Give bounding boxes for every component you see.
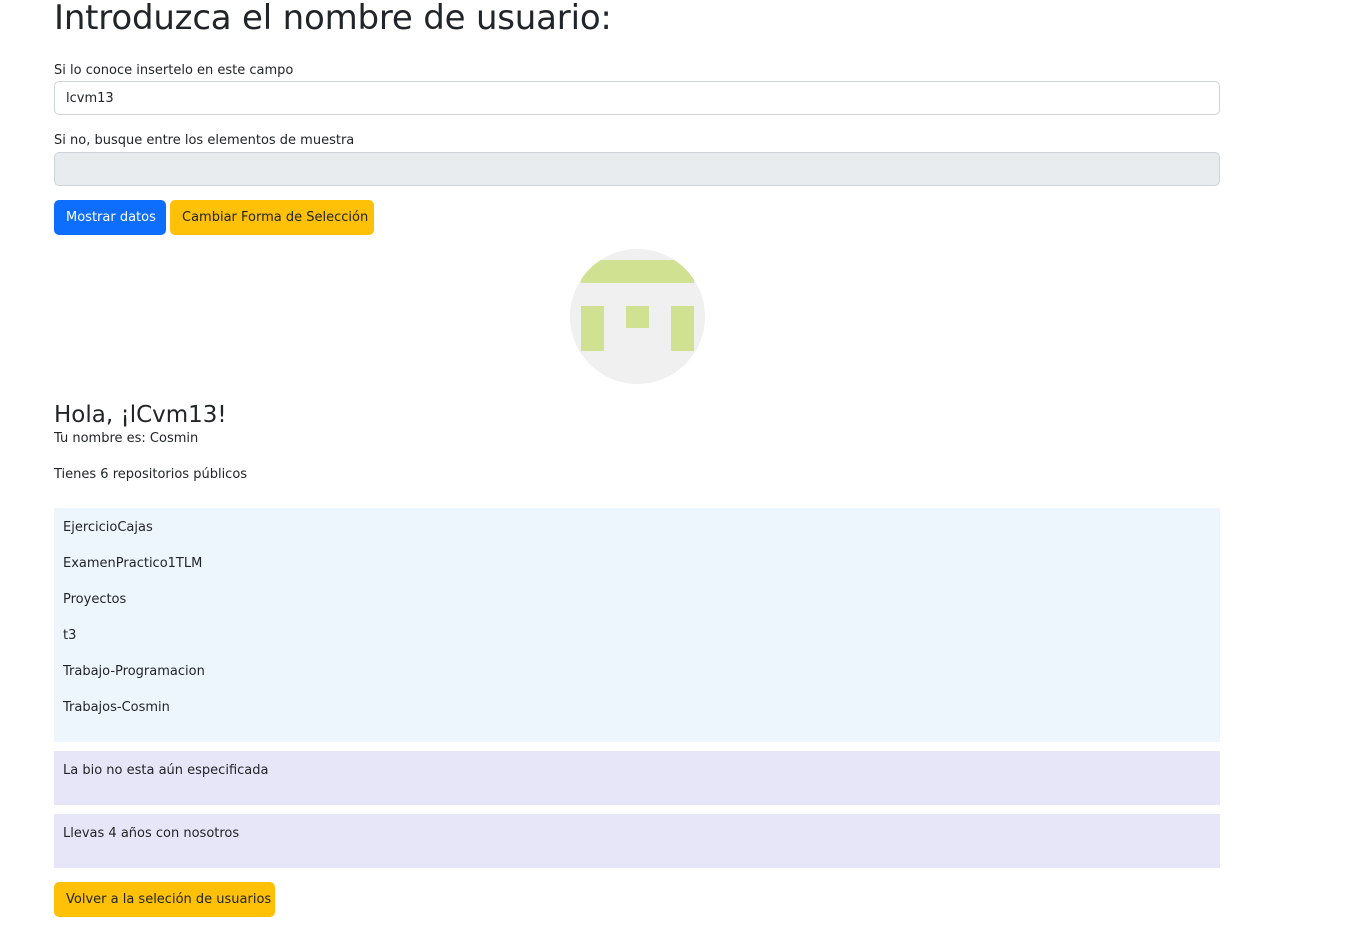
page: Introduzca el nombre de usuario: Si lo c… bbox=[0, 0, 1369, 951]
show-data-button[interactable]: Mostrar datos bbox=[54, 200, 166, 235]
avatar-pattern-top bbox=[581, 260, 694, 283]
bio-box: La bio no esta aún especificada bbox=[54, 751, 1220, 805]
repository-item: t3 bbox=[63, 628, 77, 643]
repository-item: EjercicioCajas bbox=[63, 520, 153, 535]
change-selection-mode-button[interactable]: Cambiar Forma de Selección bbox=[170, 200, 374, 235]
repository-list: EjercicioCajas ExamenPractico1TLM Proyec… bbox=[54, 508, 1220, 742]
repository-item: Trabajo-Programacion bbox=[63, 664, 205, 679]
avatar-pattern-right bbox=[671, 306, 694, 351]
identicon-avatar-icon bbox=[570, 249, 705, 384]
membership-text: Llevas 4 años con nosotros bbox=[63, 826, 240, 841]
avatar-pattern-center bbox=[626, 306, 649, 328]
back-to-user-selection-button[interactable]: Volver a la seleción de usuarios bbox=[54, 882, 275, 917]
repository-item: Proyectos bbox=[63, 592, 127, 607]
user-avatar bbox=[570, 249, 705, 384]
greeting-heading: Hola, ¡lCvm13! bbox=[54, 402, 227, 428]
membership-box: Llevas 4 años con nosotros bbox=[54, 814, 1220, 868]
bio-text: La bio no esta aún especificada bbox=[63, 763, 269, 778]
page-title: Introduzca el nombre de usuario: bbox=[54, 0, 612, 38]
sample-select-label: Si no, busque entre los elementos de mue… bbox=[54, 133, 355, 148]
known-username-label: Si lo conoce insertelo en este campo bbox=[54, 63, 294, 78]
repository-item: Trabajos-Cosmin bbox=[63, 700, 170, 715]
user-name-line: Tu nombre es: Cosmin bbox=[54, 431, 199, 446]
avatar-pattern-left bbox=[581, 306, 604, 351]
public-repos-count: Tienes 6 repositorios públicos bbox=[54, 467, 248, 482]
username-input[interactable] bbox=[54, 81, 1220, 115]
repository-item: ExamenPractico1TLM bbox=[63, 556, 203, 571]
sample-user-select[interactable] bbox=[54, 152, 1220, 186]
